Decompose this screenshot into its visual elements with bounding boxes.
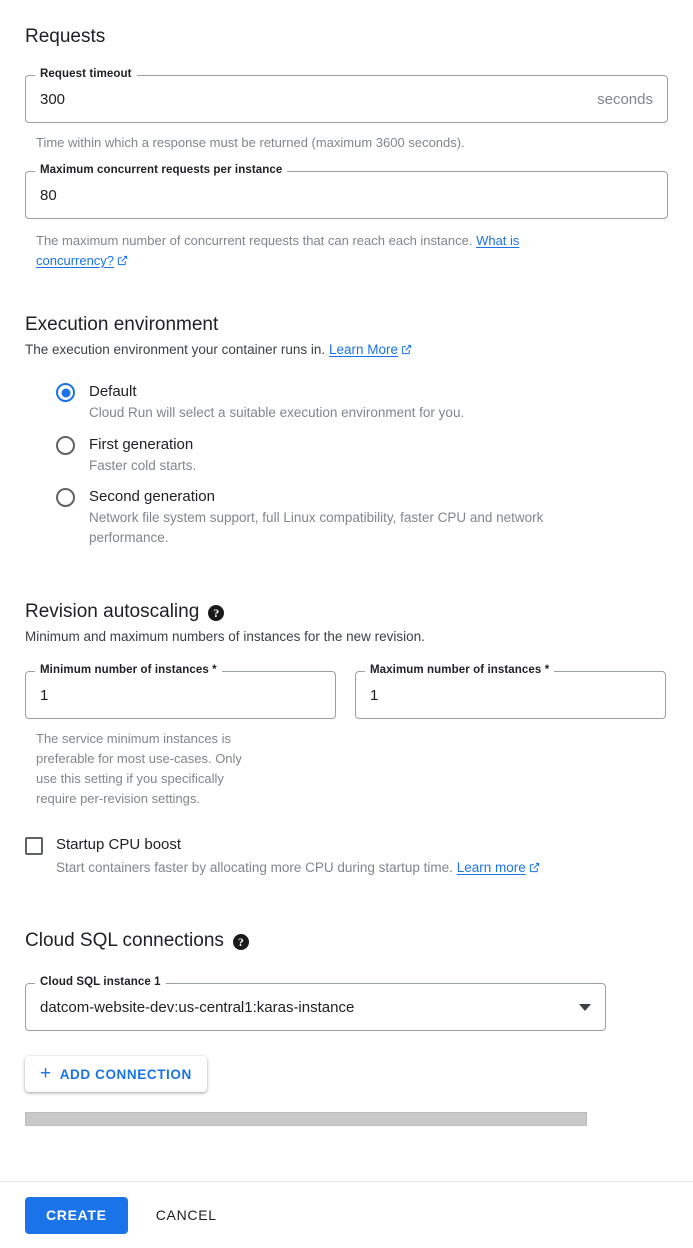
- min-instances-field[interactable]: Minimum number of instances *: [25, 664, 336, 719]
- radio-first-generation-label: First generation: [89, 436, 194, 453]
- settings-form-body: Requests Request timeout seconds Time wi…: [0, 0, 693, 1181]
- execution-environment-subtitle-text: The execution environment your container…: [25, 342, 326, 357]
- startup-cpu-boost-desc: Start containers faster by allocating mo…: [56, 858, 540, 878]
- cloud-run-revision-settings-page: Requests Request timeout seconds Time wi…: [0, 0, 693, 1248]
- radio-first-generation-desc: Faster cold starts.: [89, 458, 197, 473]
- max-instances-field[interactable]: Maximum number of instances *: [355, 664, 666, 719]
- request-timeout-input[interactable]: [40, 90, 590, 108]
- help-icon[interactable]: ?: [232, 934, 249, 950]
- cloud-sql-connections-title: Cloud SQL connections ?: [25, 930, 249, 952]
- cloud-sql-instance-value: datcom-website-dev:us-central1:karas-ins…: [40, 998, 355, 1016]
- max-concurrency-label: Maximum concurrent requests per instance: [35, 164, 288, 176]
- radio-default-label: Default: [89, 383, 137, 400]
- requests-section-title: Requests: [25, 26, 106, 47]
- radio-first-generation-indicator[interactable]: [56, 436, 75, 455]
- radio-option-first-generation[interactable]: First generation Faster cold starts.: [56, 435, 656, 476]
- help-icon[interactable]: ?: [208, 605, 225, 621]
- add-connection-label: ADD CONNECTION: [59, 1066, 192, 1082]
- cloud-sql-connections-title-text: Cloud SQL connections: [25, 930, 224, 951]
- horizontal-scrollbar-thumb[interactable]: [25, 1112, 587, 1126]
- radio-second-generation-desc: Network file system support, full Linux …: [89, 510, 544, 546]
- max-instances-input[interactable]: [370, 686, 651, 704]
- revision-autoscaling-title-text: Revision autoscaling: [25, 601, 200, 622]
- startup-cpu-boost-learn-more-link[interactable]: Learn more: [457, 860, 526, 875]
- min-instances-helper: The service minimum instances is prefera…: [36, 731, 242, 807]
- chevron-down-icon[interactable]: [579, 1003, 591, 1011]
- max-concurrency-helper: The maximum number of concurrent request…: [36, 231, 596, 271]
- max-concurrency-helper-text: The maximum number of concurrent request…: [36, 233, 473, 248]
- startup-cpu-boost-desc-text: Start containers faster by allocating mo…: [56, 860, 453, 875]
- request-timeout-field[interactable]: Request timeout seconds: [25, 68, 668, 123]
- startup-cpu-boost-checkbox[interactable]: [25, 837, 43, 855]
- execution-environment-title: Execution environment: [25, 314, 219, 335]
- external-link-icon: [401, 344, 412, 355]
- request-timeout-helper: Time within which a response must be ret…: [36, 135, 465, 150]
- radio-option-second-generation[interactable]: Second generation Network file system su…: [56, 487, 656, 549]
- min-instances-label: Minimum number of instances *: [35, 664, 222, 676]
- horizontal-scrollbar-track[interactable]: [25, 1112, 645, 1126]
- request-timeout-label: Request timeout: [35, 68, 137, 80]
- radio-second-generation-label: Second generation: [89, 488, 215, 505]
- cloud-sql-instance-label: Cloud SQL instance 1: [35, 976, 166, 988]
- radio-default-desc: Cloud Run will select a suitable executi…: [89, 405, 465, 420]
- max-concurrency-input[interactable]: [40, 186, 653, 204]
- action-bar: CREATE CANCEL: [0, 1181, 693, 1248]
- startup-cpu-boost-label: Startup CPU boost: [56, 836, 182, 853]
- execution-environment-subtitle: The execution environment your container…: [25, 340, 665, 360]
- radio-default-indicator[interactable]: [56, 383, 75, 402]
- add-connection-button[interactable]: + ADD CONNECTION: [25, 1056, 207, 1092]
- execution-environment-learn-more-link[interactable]: Learn More: [329, 342, 398, 357]
- startup-cpu-boost-row[interactable]: Startup CPU boost Start containers faste…: [25, 836, 655, 878]
- cloud-sql-instance-select[interactable]: Cloud SQL instance 1 datcom-website-dev:…: [25, 976, 606, 1031]
- revision-autoscaling-subtitle: Minimum and maximum numbers of instances…: [25, 629, 425, 644]
- radio-second-generation-indicator[interactable]: [56, 488, 75, 507]
- external-link-icon: [117, 255, 128, 266]
- request-timeout-suffix: seconds: [597, 90, 653, 108]
- revision-autoscaling-title: Revision autoscaling ?: [25, 601, 225, 623]
- external-link-icon: [529, 862, 540, 873]
- max-concurrency-field[interactable]: Maximum concurrent requests per instance: [25, 164, 668, 219]
- radio-option-default[interactable]: Default Cloud Run will select a suitable…: [56, 382, 656, 423]
- min-instances-input[interactable]: [40, 686, 321, 704]
- create-button[interactable]: CREATE: [25, 1196, 128, 1234]
- max-instances-label: Maximum number of instances *: [365, 664, 555, 676]
- plus-icon: +: [40, 1062, 52, 1084]
- cancel-button[interactable]: CANCEL: [142, 1197, 231, 1234]
